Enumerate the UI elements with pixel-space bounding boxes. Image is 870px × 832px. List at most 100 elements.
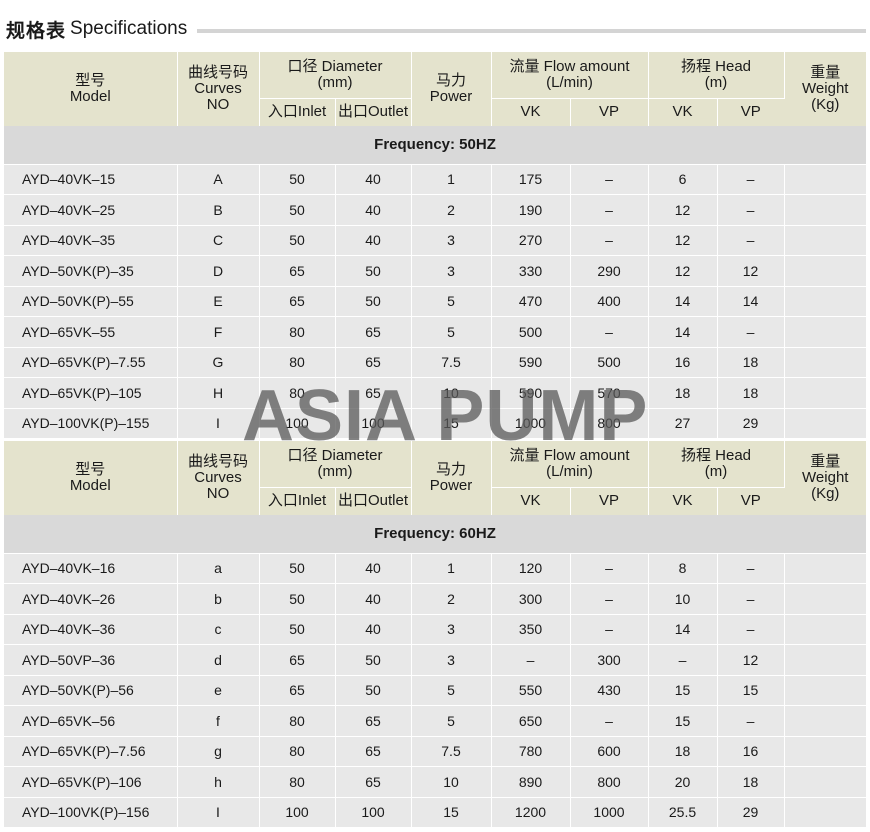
table-row: AYD–40VK–15 A 50 40 1 175–6– [4, 163, 867, 195]
cell-outlet: 65 [335, 735, 412, 767]
cell-curve-no: e [177, 674, 260, 706]
cell-flow-vk: 350 [491, 613, 571, 645]
cell-flow-vp: – [570, 583, 649, 614]
header-flow-unit: (L/min) [546, 73, 593, 91]
cell-model: AYD–40VK–26 [4, 583, 178, 614]
cell-model: AYD–40VK–15 [4, 163, 178, 195]
cell-outlet: 40 [335, 552, 412, 584]
cell-flow-vp: 570 [570, 377, 649, 408]
table-row: AYD–50VK(P)–56 e 65 50 5 550 430 15 15 [4, 674, 867, 706]
cell-model: AYD–65VK(P)–106 [4, 766, 178, 797]
cell-inlet: 50 [259, 224, 336, 256]
cell-flow-vp: 800 [570, 407, 649, 438]
header-flow-vk: VK [491, 97, 571, 126]
cell-power: 15 [411, 796, 492, 827]
cell-head-vk: 15 [648, 674, 718, 706]
cell-head-vk: – [648, 644, 718, 675]
header-flow-unit: (L/min) [546, 462, 593, 480]
header-weight-unit: (Kg) [811, 96, 840, 113]
cell-power: 5 [411, 316, 492, 347]
cell-power: 2 [411, 194, 492, 225]
cell-outlet: 50 [335, 644, 412, 675]
cell-curve-no: a [177, 552, 260, 584]
header-inlet: 入口Inlet [259, 97, 336, 126]
cell-curve-no: c [177, 613, 260, 645]
cell-outlet: 40 [335, 194, 412, 225]
cell-head-vp: – [717, 552, 785, 584]
cell-flow-vk: 500 [491, 316, 571, 347]
frequency-row: Frequency: 60HZ [4, 515, 867, 553]
cell-weight [784, 613, 867, 645]
cell-weight [784, 766, 867, 797]
header-weight-cn: 重量 [810, 64, 841, 81]
cell-outlet: 50 [335, 674, 412, 706]
frequency-label: Frequency: 60HZ [4, 515, 867, 553]
cell-outlet: 40 [335, 224, 412, 256]
cell-weight [784, 377, 867, 408]
cell-model: AYD–100VK(P)–155 [4, 407, 178, 438]
cell-inlet: 80 [259, 705, 336, 736]
header-weight-unit: (Kg) [811, 485, 840, 502]
cell-model: AYD–65VK(P)–7.55 [4, 346, 178, 378]
cell-head-vp: 18 [717, 377, 785, 408]
cell-weight [784, 407, 867, 438]
cell-flow-vk: 175 [491, 163, 571, 195]
cell-inlet: 50 [259, 583, 336, 614]
cell-head-vk: 15 [648, 705, 718, 736]
cell-weight [784, 552, 867, 584]
table-row: AYD–40VK–35 C 50 40 3 270–12– [4, 224, 867, 256]
cell-head-vp: – [717, 613, 785, 645]
header-flow-label: 流量 Flow amount [509, 446, 630, 464]
cell-outlet: 65 [335, 316, 412, 347]
header-curves: 曲线号码 Curves NO [177, 441, 260, 515]
cell-weight [784, 583, 867, 614]
cell-outlet: 40 [335, 613, 412, 645]
header-power-cn: 马力 [435, 461, 466, 478]
cell-inlet: 65 [259, 644, 336, 675]
header-power-en: Power [429, 477, 473, 494]
header-outlet: 出口Outlet [335, 97, 412, 126]
cell-power: 3 [411, 613, 492, 645]
cell-outlet: 40 [335, 583, 412, 614]
table-row: AYD–50VK(P)–55 E 65 50 5 470 400 14 14 [4, 285, 867, 317]
header-head-vk: VK [648, 486, 718, 515]
table-row: AYD–40VK–36 c 50 40 3 350–14– [4, 613, 867, 645]
header-inlet: 入口Inlet [259, 486, 336, 515]
header-model-cn: 型号 [75, 461, 106, 478]
cell-power: 15 [411, 407, 492, 438]
cell-weight [784, 705, 867, 736]
header-diameter-label: 口径 Diameter [287, 446, 383, 464]
cell-flow-vp: – [570, 163, 649, 195]
cell-model: AYD–100VK(P)–156 [4, 796, 178, 827]
header-model-en: Model [69, 88, 111, 105]
header-head-vp: VP [717, 97, 785, 126]
cell-head-vp: – [717, 705, 785, 736]
cell-head-vk: 12 [648, 194, 718, 225]
cell-flow-vp: 290 [570, 255, 649, 286]
header-model-en: Model [69, 477, 111, 494]
cell-head-vp: 18 [717, 766, 785, 797]
cell-power: 1 [411, 552, 492, 584]
cell-flow-vp: – [570, 224, 649, 256]
cell-head-vp: 14 [717, 285, 785, 317]
cell-curve-no: h [177, 766, 260, 797]
cell-power: 5 [411, 705, 492, 736]
header-diameter: 口径 Diameter (mm) [259, 441, 412, 487]
title-bar: 规格表 Specifications [6, 14, 866, 44]
cell-flow-vk: 470 [491, 285, 571, 317]
header-row: 型号 Model 曲线号码 Curves NO 口径 Diameter (mm) 马力 Powe… [4, 441, 867, 515]
cell-flow-vk: 190 [491, 194, 571, 225]
cell-weight [784, 163, 867, 195]
title-chinese: 规格表 [6, 19, 67, 42]
table-row: AYD–40VK–26 b 50 40 2 300–10– [4, 583, 867, 614]
table-row: AYD–65VK(P)–7.56 g 80 65 7.5 780 600 18 16 [4, 735, 867, 767]
cell-flow-vp: 600 [570, 735, 649, 767]
cell-weight [784, 285, 867, 317]
cell-flow-vp: 300 [570, 644, 649, 675]
header-weight: 重量 Weight (Kg) [784, 441, 867, 515]
cell-head-vp: 12 [717, 644, 785, 675]
header-flow: 流量 Flow amount (L/min) [491, 52, 649, 98]
header-flow: 流量 Flow amount (L/min) [491, 441, 649, 487]
header-diameter: 口径 Diameter (mm) [259, 52, 412, 98]
cell-curve-no: b [177, 583, 260, 614]
